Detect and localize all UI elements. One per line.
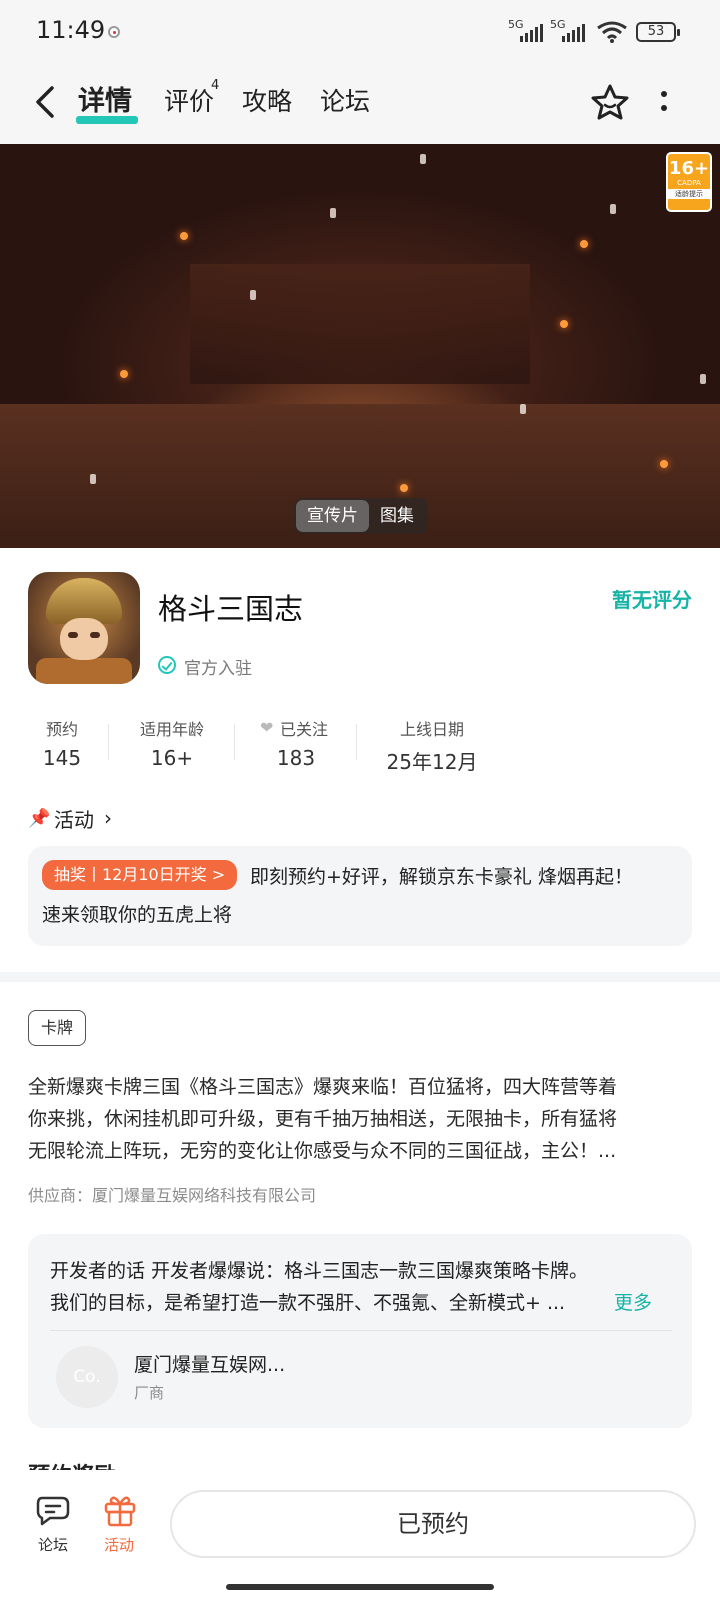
card-divider (50, 1330, 672, 1331)
wifi-icon (597, 21, 627, 43)
official-label: 官方入驻 (184, 659, 252, 679)
nav-forum-label[interactable]: 论坛 (38, 1534, 68, 1555)
stat-followers-value: 183 (276, 746, 316, 770)
stat-followers-label: 已关注 (280, 720, 329, 739)
stat-reservations-value: 145 (42, 746, 82, 770)
more-link[interactable]: 更多 (614, 1288, 652, 1315)
more-icon[interactable] (654, 84, 674, 120)
stat-release-value: 25年12月 (386, 750, 478, 774)
game-title: 格斗三国志 (158, 592, 304, 626)
status-time: 11:49 (36, 16, 106, 44)
battery-icon: 53 (636, 22, 680, 42)
description-line: 全新爆爽卡牌三国《格斗三国志》爆爽来临！百位猛将，四大阵营等着 (28, 1076, 618, 1098)
tab-reviews-count: 4 (211, 78, 220, 93)
nav-activity-label[interactable]: 活动 (104, 1534, 134, 1555)
lottery-tag[interactable]: 抽奖丨12月10日开奖 > (42, 860, 238, 890)
age-rating-org: CADPA (677, 179, 701, 187)
age-rating-hint: 适龄提示 (668, 189, 710, 199)
star-icon[interactable] (590, 80, 630, 124)
tab-details[interactable]: 详情 (78, 80, 132, 124)
tab-forum[interactable]: 论坛 (320, 80, 370, 124)
developer-note: 开发者的话 开发者爆爆说：格斗三国志一款三国爆爽策略卡牌。 (50, 1260, 589, 1282)
age-rating-badge: 16+ CADPA 适龄提示 (666, 152, 712, 212)
back-icon[interactable] (28, 80, 64, 124)
rating-status[interactable]: 暂无评分 (580, 584, 692, 613)
tab-reviews[interactable]: 评价 (164, 80, 214, 124)
description-line[interactable]: 无限轮流上阵玩，无穷的变化让你感受与众不同的三国征战，主公！... (28, 1136, 616, 1163)
home-indicator[interactable] (226, 1584, 494, 1590)
chevron-right-icon[interactable]: › (104, 806, 112, 830)
pin-icon: 📌 (28, 808, 51, 829)
genre-tag[interactable]: 卡牌 (28, 1010, 87, 1046)
tab-guides[interactable]: 攻略 (242, 80, 292, 124)
reserved-button[interactable]: 已预约 (170, 1490, 696, 1558)
stat-divider (234, 724, 235, 760)
promo-video[interactable] (0, 144, 720, 548)
developer-avatar[interactable]: Co. (56, 1346, 118, 1408)
developer-name[interactable]: 厦门爆量互娱网... (134, 1350, 285, 1377)
supplier-label: 供应商：厦门爆量互娱网络科技有限公司 (28, 1186, 317, 1205)
developer-role: 厂商 (134, 1384, 165, 1402)
notification-dot-icon (108, 26, 120, 38)
section-divider (0, 972, 720, 982)
game-app-icon (28, 572, 140, 684)
age-rating: 16+ (668, 158, 710, 179)
media-tab-gallery[interactable]: 图集 (369, 500, 425, 532)
stat-reservations-label: 预约 (45, 720, 78, 739)
forum-icon[interactable] (36, 1494, 72, 1528)
stat-divider (356, 724, 357, 760)
stat-age-label: 适用年龄 (139, 720, 204, 739)
stat-age-value: 16+ (150, 746, 194, 770)
signal-icon (562, 24, 585, 42)
gift-icon[interactable] (102, 1492, 138, 1528)
activity-section-title[interactable]: 活动 (54, 804, 94, 833)
media-tab-video[interactable]: 宣传片 (296, 500, 369, 532)
verified-check-icon (158, 656, 176, 674)
developer-note: 我们的目标，是希望打造一款不强肝、不强氪、全新模式+ ... (50, 1292, 566, 1314)
media-switcher: 宣传片 图集 (294, 498, 428, 534)
activity-text: 速来领取你的五虎上将 (42, 904, 233, 926)
activity-text: 即刻预约+好评，解锁京东卡豪礼 烽烟再起！ (250, 866, 633, 888)
description-line: 你来挑，休闲挂机即可升级，更有千抽万抽相送，无限抽卡，所有猛将 (28, 1108, 618, 1130)
heart-icon: ❤ (260, 718, 274, 737)
signal-icon (520, 24, 543, 42)
stat-divider (108, 724, 109, 760)
stat-release-label: 上线日期 (399, 720, 464, 739)
